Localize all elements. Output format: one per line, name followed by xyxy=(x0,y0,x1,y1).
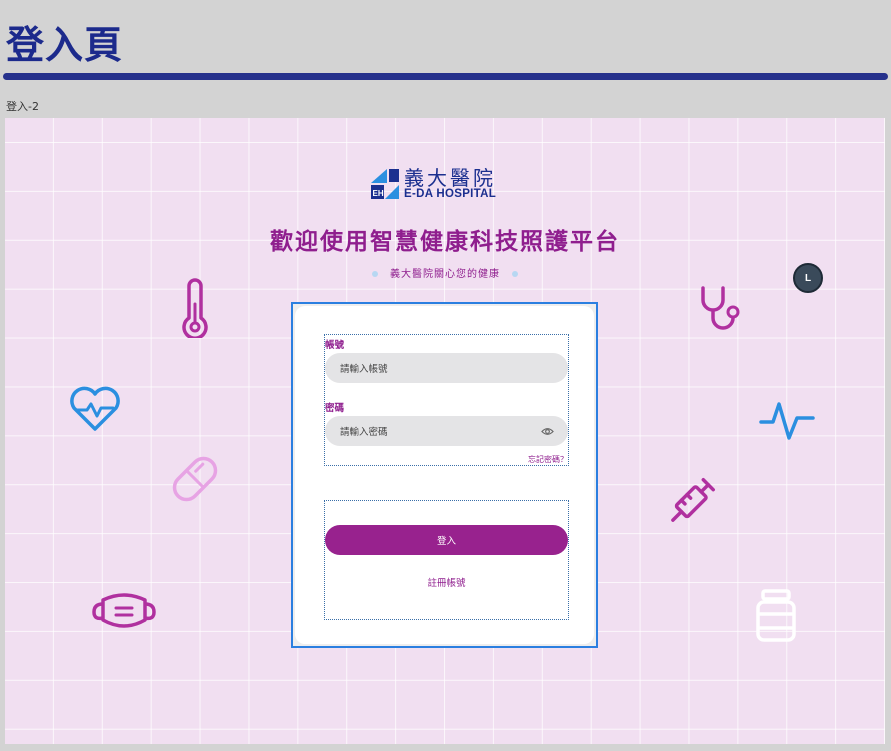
svg-text:EH: EH xyxy=(373,189,384,198)
eda-logo-icon: EH xyxy=(371,169,399,199)
welcome-heading: 歡迎使用智慧健康科技照護平台 xyxy=(270,229,620,255)
login-form: 帳號 請輸入帳號 密碼 請輸入密碼 忘記密碼？ xyxy=(324,334,569,466)
syringe-icon xyxy=(671,478,715,522)
forgot-password-link[interactable]: 忘記密碼？ xyxy=(528,454,568,465)
frame-label: 登入-2 xyxy=(6,100,39,113)
password-input[interactable]: 請輸入密碼 xyxy=(325,416,568,446)
password-placeholder: 請輸入密碼 xyxy=(340,427,388,438)
login-card: 帳號 請輸入帳號 密碼 請輸入密碼 忘記密碼？ 登入 註冊帳號 xyxy=(295,306,594,644)
stethoscope-icon xyxy=(701,286,740,330)
page-title: 登入頁 xyxy=(6,23,124,67)
login-actions: 登入 註冊帳號 xyxy=(324,500,569,620)
face-mask-icon xyxy=(92,593,156,628)
eye-icon[interactable] xyxy=(541,425,554,438)
heartbeat-icon xyxy=(70,386,120,431)
user-avatar[interactable]: L xyxy=(793,263,823,293)
thermometer-icon xyxy=(182,278,208,338)
login-canvas: EH 義大醫院 E-DA HOSPITAL 歡迎使用智慧健康科技照護平台 義大醫… xyxy=(5,118,885,744)
logo-name-zh: 義大醫院 xyxy=(404,166,496,190)
account-label: 帳號 xyxy=(325,340,345,351)
register-link[interactable]: 註冊帳號 xyxy=(325,575,568,589)
login-card-frame: 帳號 請輸入帳號 密碼 請輸入密碼 忘記密碼？ 登入 註冊帳號 xyxy=(291,302,598,648)
hospital-logo: EH 義大醫院 E-DA HOSPITAL xyxy=(371,168,496,200)
medicine-jar-icon xyxy=(756,589,796,642)
pulse-icon xyxy=(759,402,815,440)
welcome-subtitle: 義大醫院關心您的健康 xyxy=(5,265,885,280)
pill-icon xyxy=(172,456,218,502)
bullet-dot-icon xyxy=(372,271,378,277)
password-label: 密碼 xyxy=(325,403,345,414)
login-button[interactable]: 登入 xyxy=(325,525,568,555)
header-divider xyxy=(3,73,888,80)
subtitle-text: 義大醫院關心您的健康 xyxy=(390,269,500,280)
logo-name-en: E-DA HOSPITAL xyxy=(404,188,497,200)
bullet-dot-icon xyxy=(512,271,518,277)
page-header: 登入頁 xyxy=(0,0,891,80)
account-input[interactable]: 請輸入帳號 xyxy=(325,353,568,383)
